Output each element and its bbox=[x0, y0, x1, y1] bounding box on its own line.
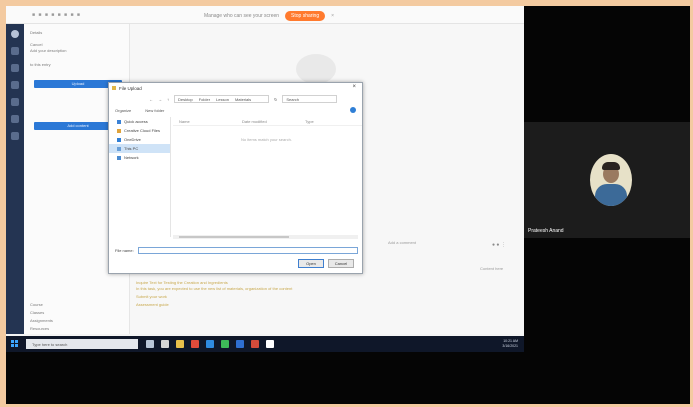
app-icon[interactable] bbox=[266, 340, 274, 348]
taskbar-clock[interactable]: 10:21 AM 3/16/2021 bbox=[502, 339, 518, 348]
nav-item-this-pc[interactable]: This PC bbox=[109, 144, 170, 153]
app-icon[interactable] bbox=[221, 340, 229, 348]
horizontal-scrollbar[interactable] bbox=[173, 235, 358, 239]
scrollbar-thumb[interactable] bbox=[179, 236, 289, 238]
content-line: Inquire Text for Testing the Creation an… bbox=[136, 280, 228, 285]
folder-icon bbox=[112, 86, 116, 90]
taskbar-search-placeholder: Type here to search bbox=[32, 342, 68, 347]
more-options-icon[interactable]: ● ● ⋮ bbox=[492, 242, 506, 248]
dialog-titlebar: File Upload × bbox=[109, 83, 362, 93]
app-icon[interactable] bbox=[251, 340, 259, 348]
content-line: Submit your work bbox=[136, 294, 167, 299]
participant-avatar bbox=[590, 154, 632, 206]
clock-date: 3/16/2021 bbox=[502, 343, 518, 348]
file-name-input[interactable] bbox=[137, 247, 358, 254]
up-arrow-icon[interactable]: ↑ bbox=[167, 97, 169, 102]
clock-time: 10:21 AM bbox=[503, 339, 518, 343]
star-icon bbox=[117, 119, 121, 124]
rail-icon[interactable] bbox=[11, 115, 19, 123]
panel-line: Details bbox=[30, 30, 43, 35]
footer-item[interactable]: Resources bbox=[30, 326, 49, 331]
nav-item-network[interactable]: Network bbox=[109, 153, 170, 162]
cloud-icon bbox=[117, 128, 121, 133]
footer-item[interactable]: Course bbox=[30, 302, 43, 307]
browser-toolbar: ■ ■ ■ ■ ■ ■ ■ ■ Manage who can see your … bbox=[6, 6, 524, 24]
navigation-pane: Quick access Creative Cloud Files OneDri… bbox=[109, 117, 171, 237]
cancel-button[interactable]: Cancel bbox=[328, 259, 354, 268]
app-logo-icon[interactable] bbox=[11, 30, 19, 38]
file-open-dialog: File Upload × ← → ↑ Desktop Folder Lesso… bbox=[108, 82, 363, 274]
panel-line: Cancel bbox=[30, 42, 43, 47]
column-header[interactable]: Name bbox=[173, 119, 236, 124]
avatar-body bbox=[595, 184, 627, 206]
app-icon[interactable] bbox=[236, 340, 244, 348]
column-header[interactable]: Date modified bbox=[236, 119, 299, 124]
windows-taskbar: Type here to search 10:21 AM 3/16/2021 bbox=[6, 336, 524, 352]
stop-sharing-button[interactable]: Stop sharing bbox=[285, 11, 326, 21]
computer-icon bbox=[117, 146, 121, 151]
content-line: Assessment guide bbox=[136, 302, 169, 307]
footer-item[interactable]: Classes bbox=[30, 310, 44, 315]
app-icon[interactable] bbox=[161, 340, 169, 348]
dialog-body: Quick access Creative Cloud Files OneDri… bbox=[109, 117, 362, 237]
help-icon[interactable] bbox=[350, 107, 356, 113]
search-placeholder: Search bbox=[286, 96, 300, 102]
comment-text[interactable]: Add a comment bbox=[388, 240, 416, 245]
dialog-toolbar: Organize New folder bbox=[109, 105, 362, 115]
organize-button[interactable]: Organize bbox=[115, 108, 131, 113]
close-icon[interactable]: × bbox=[331, 13, 334, 19]
rail-icon[interactable] bbox=[11, 132, 19, 140]
edge-icon[interactable] bbox=[206, 340, 214, 348]
network-icon bbox=[117, 155, 121, 160]
column-headers: Name Date modified Type bbox=[173, 117, 362, 126]
watermark-shape bbox=[296, 54, 336, 84]
path-segment[interactable]: Lesson bbox=[216, 97, 229, 102]
close-icon[interactable]: × bbox=[352, 84, 356, 90]
path-segment[interactable]: Desktop bbox=[178, 97, 193, 102]
avatar-hair bbox=[602, 162, 620, 170]
column-header[interactable]: Type bbox=[299, 119, 362, 124]
forward-arrow-icon[interactable]: → bbox=[158, 97, 162, 102]
taskview-icon[interactable] bbox=[146, 340, 154, 348]
panel-line: to this entry bbox=[30, 62, 51, 67]
new-folder-button[interactable]: New folder bbox=[145, 108, 164, 113]
sharing-banner-text: Manage who can see your screen bbox=[204, 13, 280, 19]
path-segment[interactable]: Folder bbox=[199, 97, 210, 102]
back-arrow-icon[interactable]: ← bbox=[149, 97, 153, 102]
file-name-row: File name: bbox=[115, 246, 358, 255]
dialog-buttons: Open Cancel bbox=[298, 259, 354, 268]
sharing-banner: Manage who can see your screen Stop shar… bbox=[204, 11, 334, 21]
panel-line: Add your description bbox=[30, 48, 67, 53]
file-name-label: File name: bbox=[115, 248, 134, 253]
participant-name: Prateesh Anand bbox=[528, 228, 564, 234]
taskbar-search-input[interactable]: Type here to search bbox=[26, 339, 138, 349]
file-list: Name Date modified Type No items match y… bbox=[173, 117, 362, 237]
nav-item-quick-access[interactable]: Quick access bbox=[109, 117, 170, 126]
taskbar-apps bbox=[146, 340, 274, 348]
nav-item-creative-cloud[interactable]: Creative Cloud Files bbox=[109, 126, 170, 135]
address-bar: ← → ↑ Desktop Folder Lesson Materials ↻ … bbox=[109, 93, 362, 105]
refresh-icon[interactable]: ↻ bbox=[274, 97, 277, 102]
rail-icon[interactable] bbox=[11, 98, 19, 106]
rail-icon[interactable] bbox=[11, 81, 19, 89]
footer-item[interactable]: Assignments bbox=[30, 318, 53, 323]
toolbar-icons: ■ ■ ■ ■ ■ ■ ■ ■ bbox=[32, 12, 81, 18]
content-line: In this task, you are expected to use th… bbox=[136, 286, 293, 291]
open-button[interactable]: Open bbox=[298, 259, 324, 268]
file-explorer-icon[interactable] bbox=[176, 340, 184, 348]
nav-item-onedrive[interactable]: OneDrive bbox=[109, 135, 170, 144]
onedrive-icon bbox=[117, 137, 121, 142]
window-frame: ■ ■ ■ ■ ■ ■ ■ ■ Manage who can see your … bbox=[0, 0, 693, 407]
rail-icon[interactable] bbox=[11, 47, 19, 55]
windows-start-icon[interactable] bbox=[11, 340, 19, 348]
dialog-title: File Upload bbox=[119, 86, 142, 91]
empty-message: No items match your search. bbox=[241, 137, 292, 142]
app-left-rail bbox=[6, 24, 24, 334]
search-input[interactable]: Search bbox=[282, 95, 338, 103]
app-icon[interactable] bbox=[191, 340, 199, 348]
path-segment[interactable]: Materials bbox=[235, 97, 251, 102]
rail-icon[interactable] bbox=[11, 64, 19, 72]
path-box[interactable]: Desktop Folder Lesson Materials bbox=[174, 95, 269, 103]
right-content-text: Content here bbox=[480, 266, 504, 271]
